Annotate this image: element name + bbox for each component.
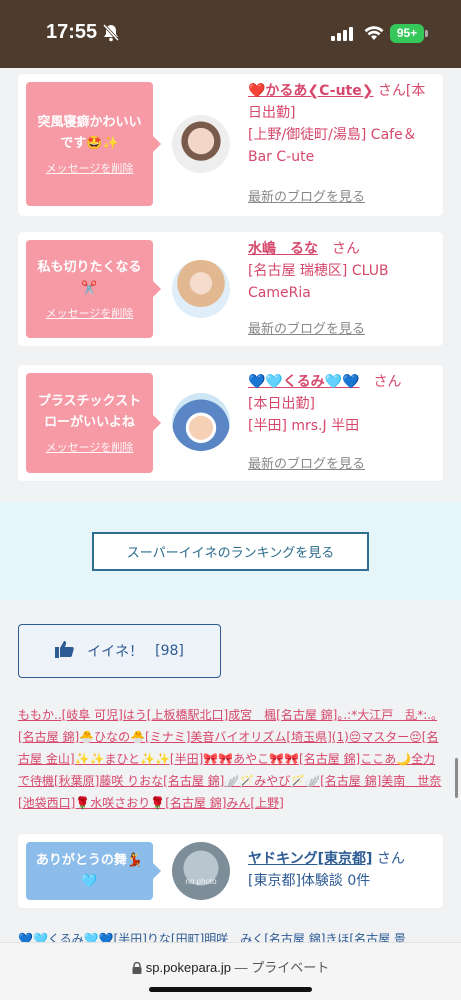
lock-icon <box>132 961 142 977</box>
thumbs-up-icon <box>55 640 75 662</box>
like-count: [98] <box>155 643 184 659</box>
avatar[interactable]: no photo <box>172 842 230 900</box>
avatar[interactable] <box>172 260 230 318</box>
no-photo-label: no photo <box>185 877 217 886</box>
girl-name-link[interactable]: 💙🩵くるみ🩵💙 <box>248 374 359 390</box>
shop-link[interactable]: [半田] mrs.J 半田 <box>248 415 438 437</box>
private-label: — プライベート <box>234 960 330 975</box>
girl-name-link[interactable]: 水嶋 るな <box>248 241 318 257</box>
avatar[interactable] <box>172 115 230 173</box>
user-name-link[interactable]: ヤドキング[東京都] <box>248 851 372 867</box>
honorific: さん <box>376 851 405 867</box>
home-indicator <box>149 987 312 992</box>
signal-icon <box>331 26 355 45</box>
girl-info: ❤️かるあ❮C-ute❯ さん[本日出勤] [上野/御徒町/湯島] Cafe＆B… <box>248 80 438 168</box>
latest-blog-link[interactable]: 最新のブログを見る <box>248 318 365 337</box>
browser-bottom-bar: sp.pokepara.jp — プライベート <box>0 942 461 1000</box>
avatar[interactable] <box>172 393 230 451</box>
delete-message-link[interactable]: メッセージを削除 <box>46 160 134 176</box>
honorific: さん <box>377 83 406 99</box>
like-button[interactable]: イイネ！ [98] <box>18 624 221 678</box>
delete-message-link[interactable]: メッセージを削除 <box>46 305 134 321</box>
super-iine-ranking-button[interactable]: スーパーイイネのランキングを見る <box>92 532 369 571</box>
message-text: プラスチックストローがいいよね <box>37 394 142 430</box>
info-line: [本日出勤] <box>248 396 315 412</box>
message-bubble: 私も切りたくなる✂️ メッセージを削除 <box>26 240 161 338</box>
scrollbar[interactable] <box>455 758 458 798</box>
message-bubble: 突風寝癖かわいいです🤩✨ メッセージを削除 <box>26 82 161 206</box>
address-bar[interactable]: sp.pokepara.jp — プライベート <box>0 957 461 977</box>
message-card: 突風寝癖かわいいです🤩✨ メッセージを削除 ❤️かるあ❮C-ute❯ さん[本日… <box>18 74 443 216</box>
url-text: sp.pokepara.jp <box>145 960 232 975</box>
info-line: [東京都]体験談 0件 <box>248 873 371 889</box>
honorific: さん <box>332 241 360 257</box>
battery-cap <box>425 30 428 37</box>
latest-blog-link[interactable]: 最新のブログを見る <box>248 453 365 472</box>
shop-link[interactable]: [名古屋 瑞穂区] CLUB CameRia <box>248 260 438 304</box>
shop-link[interactable]: [上野/御徒町/湯島] Cafe＆Bar C-ute <box>248 124 438 168</box>
message-card: ありがとうの舞💃🩵 no photo ヤドキング[東京都] さん [東京都]体験… <box>18 834 443 908</box>
girl-name-link[interactable]: ❤️かるあ❮C-ute❯ <box>248 83 373 99</box>
girl-info: 💙🩵くるみ🩵💙 さん [本日出勤] [半田] mrs.J 半田 <box>248 371 438 437</box>
wifi-icon <box>364 25 384 45</box>
bell-muted-icon <box>102 23 120 46</box>
girl-info: 水嶋 るな さん [名古屋 瑞穂区] CLUB CameRia <box>248 238 438 304</box>
message-card: プラスチックストローがいいよね メッセージを削除 💙🩵くるみ🩵💙 さん [本日出… <box>18 365 443 481</box>
message-card: 私も切りたくなる✂️ メッセージを削除 水嶋 るな さん [名古屋 瑞穂区] C… <box>18 232 443 346</box>
message-bubble: プラスチックストローがいいよね メッセージを削除 <box>26 373 161 473</box>
message-text: 私も切りたくなる✂️ <box>37 260 142 296</box>
status-bar: 17:55 95+ <box>0 0 461 68</box>
message-text: ありがとうの舞💃🩵 <box>35 853 144 889</box>
message-bubble: ありがとうの舞💃🩵 <box>26 842 161 900</box>
delete-message-link[interactable]: メッセージを削除 <box>46 439 134 455</box>
status-time: 17:55 <box>46 21 98 43</box>
battery-indicator: 95+ <box>390 24 424 43</box>
latest-blog-link[interactable]: 最新のブログを見る <box>248 186 365 205</box>
message-text: 突風寝癖かわいいです🤩✨ <box>37 115 142 151</box>
liked-by-list[interactable]: ももか..[岐阜 可児]はう[上板橋駅北口]成宮 楓[名古屋 錦]｡.:*大江戸… <box>18 704 444 814</box>
like-label: イイネ！ <box>87 644 144 660</box>
user-info: ヤドキング[東京都] さん [東京都]体験談 0件 <box>248 848 438 892</box>
honorific: さん <box>373 374 402 390</box>
